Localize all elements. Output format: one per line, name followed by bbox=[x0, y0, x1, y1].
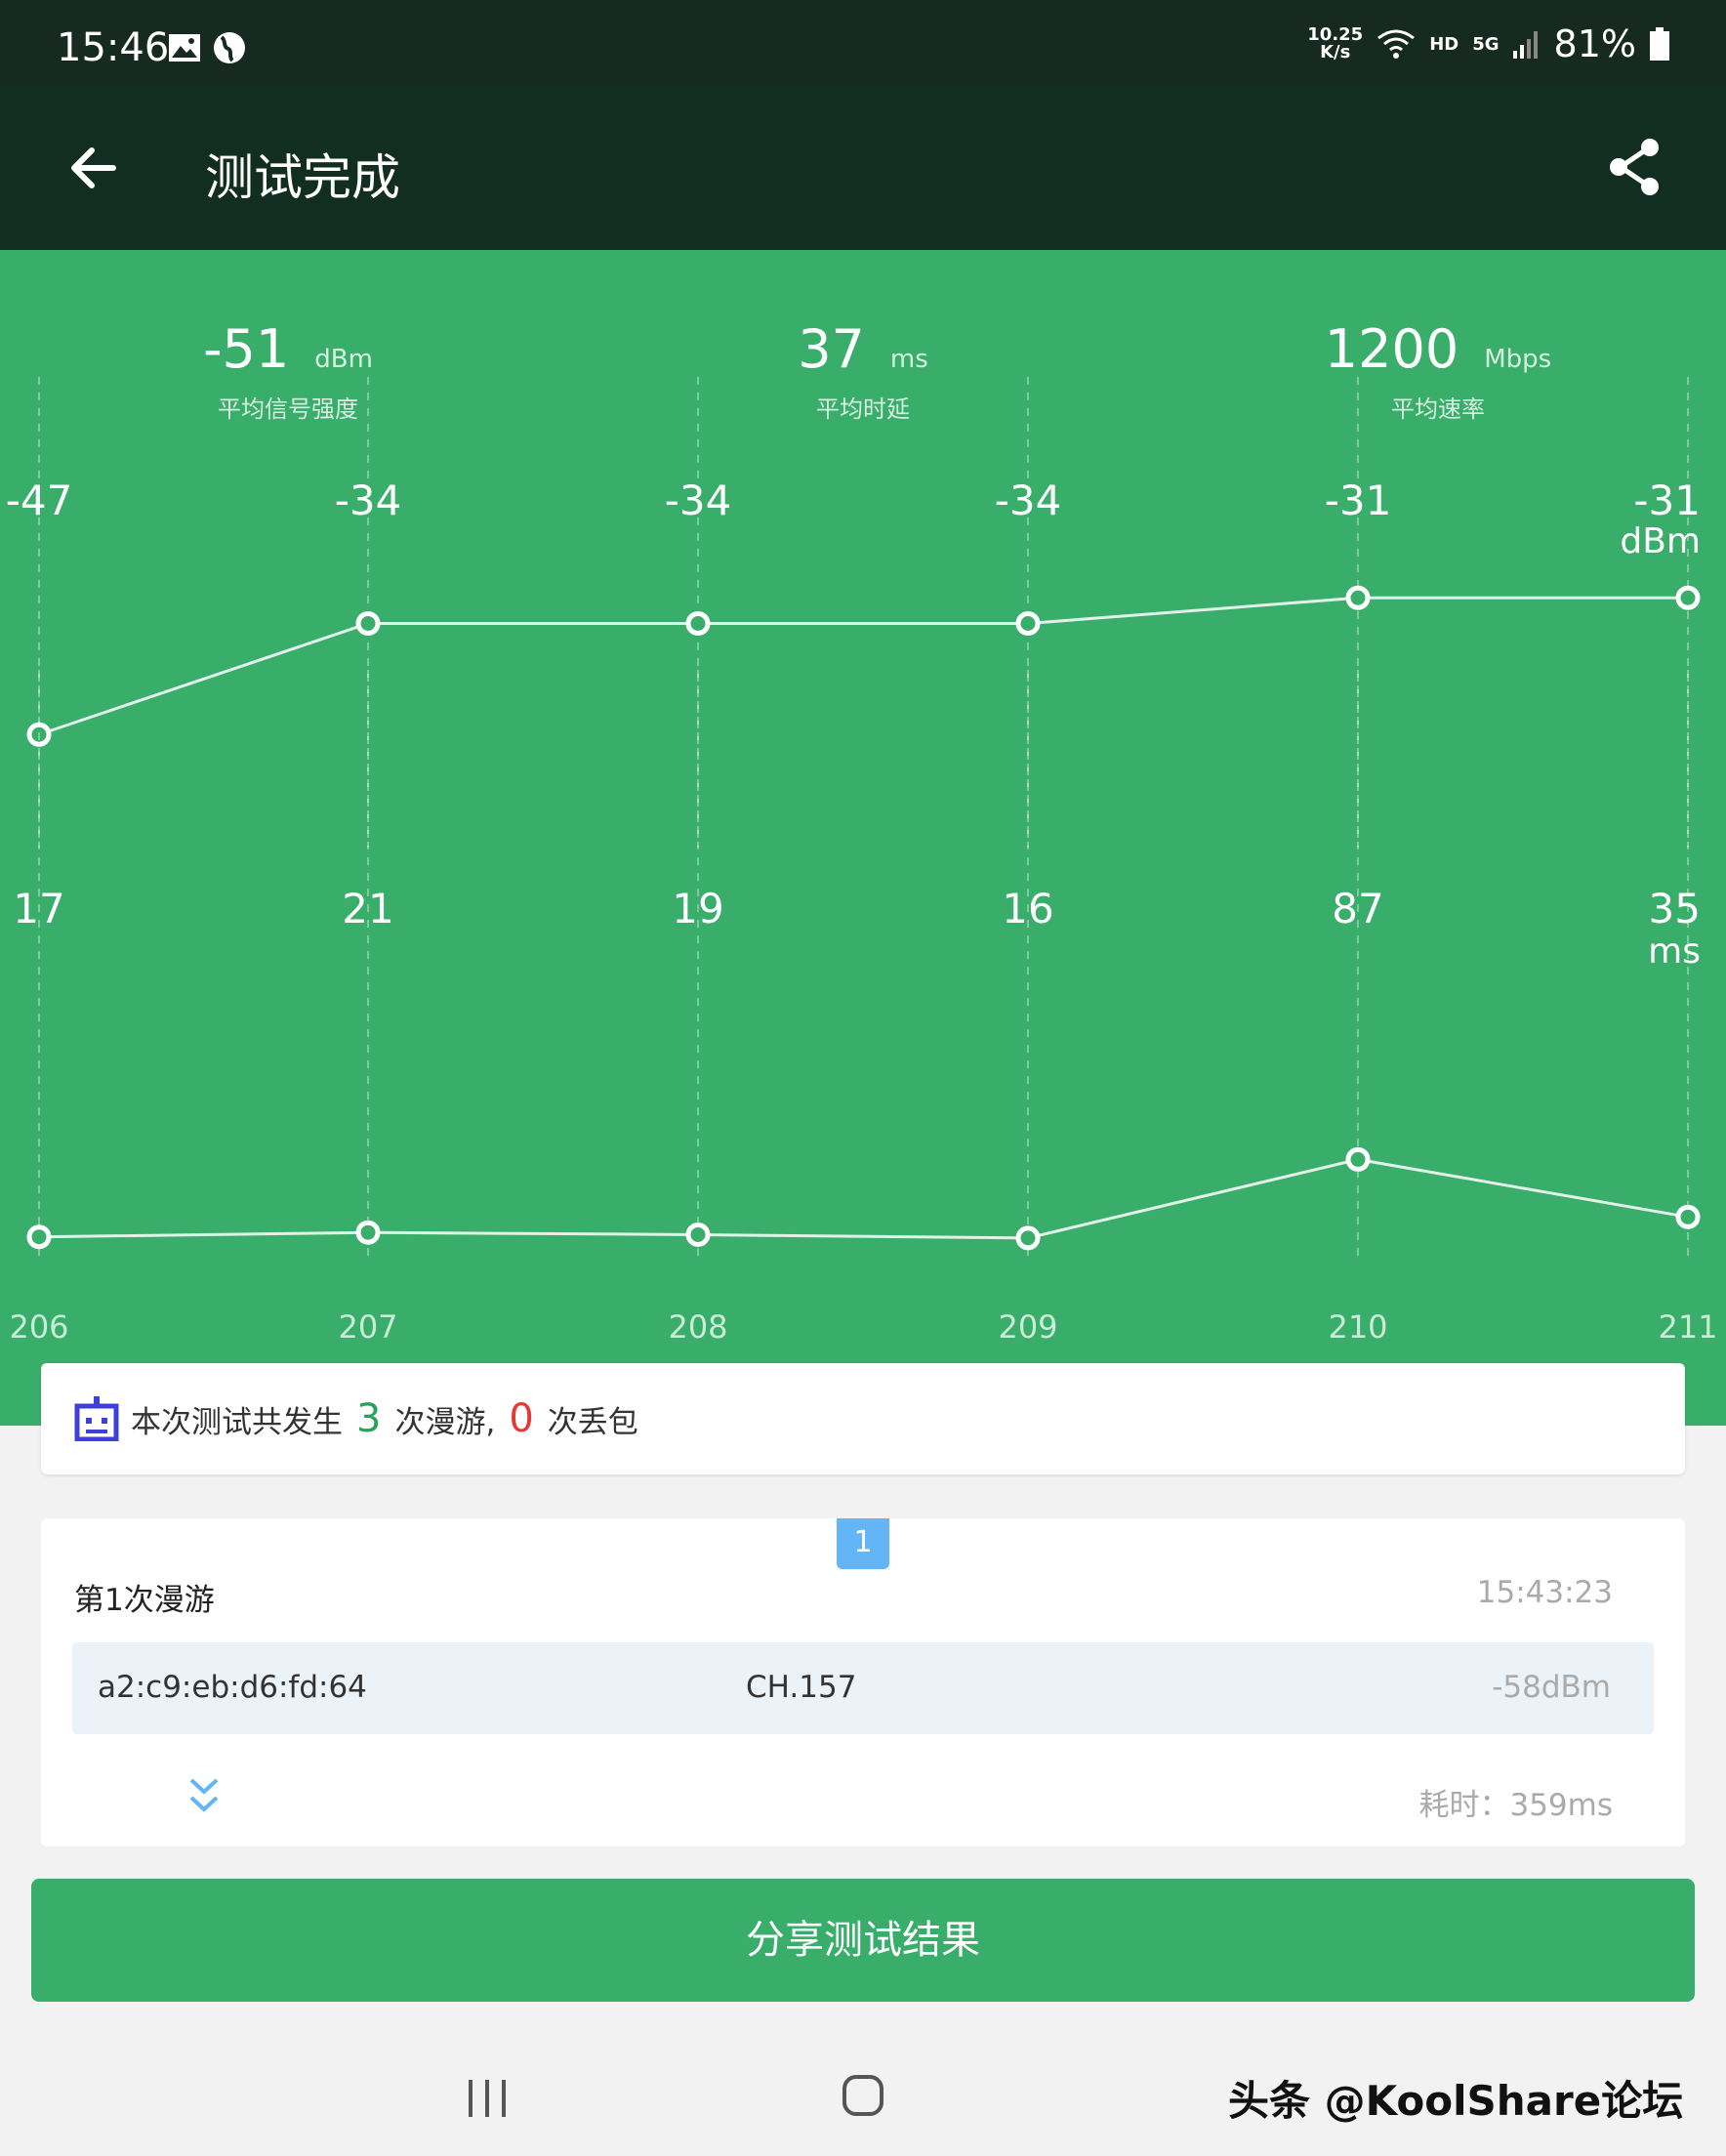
chart-x-tick-label: 208 bbox=[668, 1308, 728, 1346]
chart-1-point bbox=[1015, 1225, 1041, 1251]
home-icon bbox=[842, 2075, 884, 2116]
chart-x-tick-label: 206 bbox=[9, 1308, 69, 1346]
roam-ap-row: a2:c9:eb:d6:fd:64 CH.157 -58dBm bbox=[72, 1642, 1654, 1734]
signal-icon bbox=[1512, 31, 1538, 59]
chart-0-value-label: -34 bbox=[334, 477, 402, 524]
chart-0-value-label: -34 bbox=[664, 477, 732, 524]
chart-1-unit-label: ms bbox=[1648, 932, 1701, 972]
image-notification-icon bbox=[168, 33, 201, 66]
chart-x-tick-label: 209 bbox=[998, 1308, 1058, 1346]
chart-0-point bbox=[1015, 611, 1041, 636]
watermark: 头条 @KoolShare论坛 bbox=[1228, 2077, 1684, 2125]
chart-1-value-label: 19 bbox=[672, 885, 724, 933]
status-bar: 15:46 10.25 K/s HD 5G 81% bbox=[0, 0, 1726, 86]
chart-1-value-label: 87 bbox=[1332, 885, 1384, 933]
share-result-button[interactable]: 分享测试结果 bbox=[31, 1879, 1695, 2002]
roam-index-badge: 1 bbox=[837, 1518, 889, 1569]
chart-0-point bbox=[1675, 585, 1701, 610]
globe-icon bbox=[213, 31, 246, 68]
summary-middle: 次漫游, bbox=[394, 1404, 496, 1440]
recent-apps-button[interactable] bbox=[465, 2076, 510, 2121]
chart-1-value-label: 35 bbox=[1648, 885, 1701, 933]
hd-badge: HD bbox=[1429, 33, 1459, 55]
chart-0-unit-label: dBm bbox=[1620, 521, 1701, 561]
chart-0-value-label: -34 bbox=[994, 477, 1062, 524]
chart-1-value-label: 16 bbox=[1002, 885, 1054, 933]
roam-signal: -58dBm bbox=[1492, 1670, 1611, 1705]
summary-card: 本次测试共发生 3 次漫游, 0 次丢包 bbox=[41, 1363, 1685, 1474]
roam-card: 1 第1次漫游 15:43:23 a2:c9:eb:d6:fd:64 CH.15… bbox=[41, 1518, 1685, 1846]
roam-title: 第1次漫游 bbox=[74, 1583, 215, 1618]
roam-channel: CH.157 bbox=[746, 1670, 857, 1705]
summary-suffix: 次丢包 bbox=[547, 1404, 638, 1440]
wifi-icon bbox=[1377, 29, 1416, 59]
double-chevron-down-icon[interactable] bbox=[187, 1774, 221, 1819]
battery-icon bbox=[1650, 27, 1669, 61]
network-type: 5G bbox=[1472, 33, 1500, 55]
net-speed: 10.25 K/s bbox=[1307, 26, 1363, 62]
status-icons: 10.25 K/s HD 5G 81% bbox=[1307, 20, 1669, 68]
back-button[interactable] bbox=[62, 137, 125, 199]
chart-1-point bbox=[26, 1224, 52, 1250]
share-button[interactable] bbox=[1603, 135, 1667, 199]
chart-1-point bbox=[685, 1222, 711, 1247]
status-time: 15:46 bbox=[57, 25, 170, 70]
chart-0-value-label: -47 bbox=[5, 477, 73, 524]
navigation-bar: 头条 @KoolShare论坛 bbox=[0, 2033, 1726, 2156]
app-bar: 测试完成 bbox=[0, 86, 1726, 250]
chart-0-value-label: -31 bbox=[1633, 477, 1701, 524]
arrow-left-icon bbox=[71, 147, 116, 188]
net-speed-unit: K/s bbox=[1320, 42, 1351, 62]
chart-x-tick-label: 210 bbox=[1328, 1308, 1388, 1346]
home-button[interactable] bbox=[842, 2074, 884, 2117]
chart-x-tick-label: 211 bbox=[1658, 1308, 1718, 1346]
roam-duration: 耗时：359ms bbox=[1418, 1788, 1613, 1823]
chart-0-point bbox=[355, 611, 381, 636]
chart-0-series-line bbox=[38, 596, 1688, 736]
robot-icon bbox=[74, 1396, 119, 1441]
roam-count: 3 bbox=[356, 1396, 382, 1441]
chart-1-value-label: 17 bbox=[13, 885, 65, 933]
share-icon bbox=[1610, 139, 1659, 195]
page-title: 测试完成 bbox=[205, 149, 400, 206]
chart-x-tick-label: 207 bbox=[338, 1308, 398, 1346]
summary-prefix: 本次测试共发生 bbox=[131, 1404, 343, 1440]
chart-0-point bbox=[685, 611, 711, 636]
battery-percent: 81% bbox=[1553, 22, 1636, 65]
chart-1-point bbox=[355, 1220, 381, 1245]
charts-svg bbox=[26, 377, 1701, 1256]
chart-1-value-label: 21 bbox=[342, 885, 394, 933]
roam-mac: a2:c9:eb:d6:fd:64 bbox=[98, 1670, 367, 1705]
chart-1-point bbox=[1345, 1146, 1371, 1172]
drop-count: 0 bbox=[509, 1396, 534, 1441]
chart-0-point bbox=[1345, 585, 1371, 610]
charts: -47 -34 -34 -34 -31 -31 dBm 17 21 19 16 87 35 ms 206 20… bbox=[0, 250, 1726, 1426]
chart-1-series-line bbox=[38, 1157, 1689, 1240]
roam-time: 15:43:23 bbox=[1476, 1575, 1613, 1610]
recent-apps-icon bbox=[469, 2080, 506, 2117]
chart-1-point bbox=[1675, 1204, 1701, 1229]
chart-0-value-label: -31 bbox=[1324, 477, 1392, 524]
